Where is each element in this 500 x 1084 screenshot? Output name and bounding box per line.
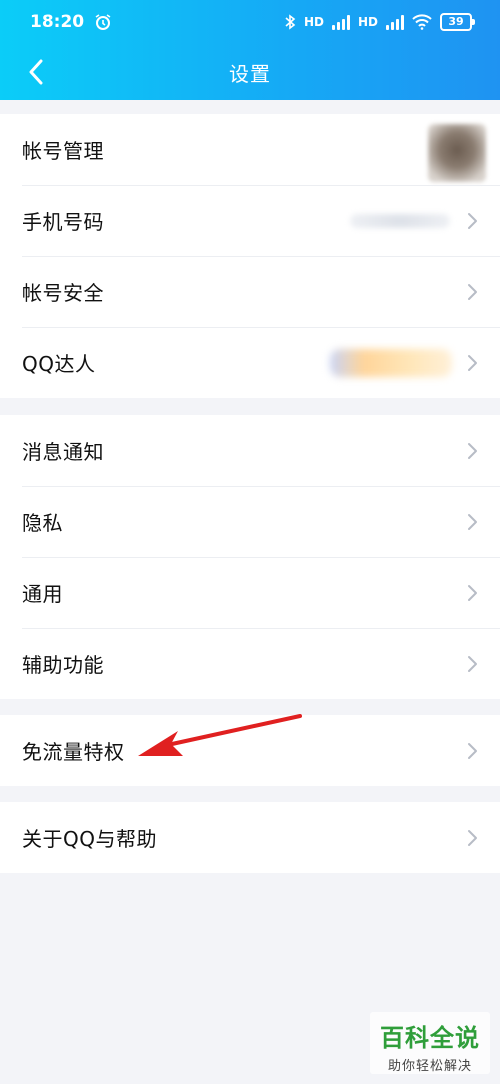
settings-item-label: 隐私 xyxy=(22,511,63,535)
settings-item-account-management[interactable]: 帐号管理 xyxy=(0,114,500,185)
watermark-main-text: 百科全说 xyxy=(380,1024,480,1052)
settings-item-data-free-privilege[interactable]: 免流量特权 xyxy=(0,715,500,786)
page-title: 设置 xyxy=(229,61,271,86)
signal-icon-1 xyxy=(331,14,350,30)
battery-level: 39 xyxy=(448,15,464,28)
settings-item-label: 帐号安全 xyxy=(22,281,104,305)
settings-item-label: 通用 xyxy=(22,582,63,606)
chevron-right-icon xyxy=(468,513,477,530)
avatar xyxy=(428,124,486,182)
settings-item-label: 帐号管理 xyxy=(22,139,104,163)
watermark-sub-text: 助你轻松解决 xyxy=(387,1059,472,1074)
wifi-icon xyxy=(412,14,432,30)
settings-item-general[interactable]: 通用 xyxy=(0,557,500,628)
settings-group-data-free: 免流量特权 xyxy=(0,715,500,786)
chevron-right-icon xyxy=(468,354,477,371)
settings-item-privacy[interactable]: 隐私 xyxy=(0,486,500,557)
blurred-expert-badge xyxy=(330,349,452,377)
alarm-icon xyxy=(95,14,111,30)
watermark-logo: 百科全说 助你轻松解决 xyxy=(370,1012,490,1074)
chevron-right-icon xyxy=(468,829,477,846)
status-icons: HD HD 39 xyxy=(284,13,475,31)
chevron-right-icon xyxy=(468,742,477,759)
signal-icon-2 xyxy=(386,14,404,30)
battery-icon: 39 xyxy=(440,13,475,31)
settings-item-account-security[interactable]: 帐号安全 xyxy=(0,256,500,327)
chevron-right-icon xyxy=(468,584,477,601)
status-bar: 18:20 HD HD 39 xyxy=(0,0,500,44)
settings-item-label: QQ达人 xyxy=(22,352,96,376)
network-label-2: HD xyxy=(357,15,378,29)
settings-item-accessibility[interactable]: 辅助功能 xyxy=(0,628,500,699)
settings-item-label: 手机号码 xyxy=(22,210,104,234)
bluetooth-icon xyxy=(285,14,296,30)
settings-group-account: 帐号管理 手机号码 帐号安全 QQ达人 xyxy=(0,114,500,398)
settings-item-notifications[interactable]: 消息通知 xyxy=(0,415,500,486)
settings-item-label: 辅助功能 xyxy=(22,653,104,677)
settings-group-general: 消息通知 隐私 通用 辅助功能 xyxy=(0,415,500,699)
network-label-1: HD xyxy=(303,15,324,29)
chevron-right-icon xyxy=(468,283,477,300)
settings-item-about-help[interactable]: 关于QQ与帮助 xyxy=(0,802,500,873)
back-button[interactable] xyxy=(18,54,54,90)
header-bar: 18:20 HD HD 39 设置 xyxy=(0,0,500,100)
blurred-phone-value xyxy=(350,214,450,228)
chevron-right-icon xyxy=(468,212,477,229)
settings-item-phone-number[interactable]: 手机号码 xyxy=(0,185,500,256)
status-time: 18:20 xyxy=(30,12,85,32)
settings-item-label: 消息通知 xyxy=(22,440,104,464)
chevron-left-icon xyxy=(29,59,43,85)
navigation-bar: 设置 xyxy=(0,44,500,100)
settings-item-label: 免流量特权 xyxy=(22,740,125,764)
settings-group-about: 关于QQ与帮助 xyxy=(0,802,500,873)
chevron-right-icon xyxy=(468,655,477,672)
chevron-right-icon xyxy=(468,442,477,459)
settings-item-qq-expert[interactable]: QQ达人 xyxy=(0,327,500,398)
settings-item-label: 关于QQ与帮助 xyxy=(22,827,157,851)
